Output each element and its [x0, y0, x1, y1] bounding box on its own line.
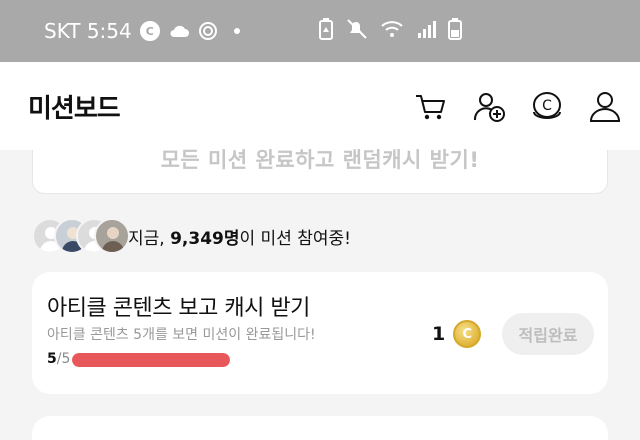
mission-description: 아티클 콘텐츠 5개를 보면 미션이 완료됩니다! [47, 327, 316, 343]
notification-dot [233, 28, 240, 34]
add-user-icon[interactable] [472, 90, 506, 124]
mission-board-content: 모든 미션 완료하고 랜덤캐시 받기! 지금, 9,349명이 미션 참여중! … [0, 148, 640, 440]
next-mission-card[interactable] [32, 416, 608, 440]
progress-bar [72, 353, 230, 367]
cash-icon[interactable]: C [530, 90, 564, 124]
participants-prefix: 지금, [128, 228, 171, 249]
battery-icon [448, 18, 462, 40]
progress-text: 5/5 [47, 351, 70, 367]
carrier-time: SKT 5:54 [44, 19, 132, 43]
signal-icon [418, 21, 436, 38]
reward: 1 C [432, 320, 482, 348]
banner-text: 모든 미션 완료하고 랜덤캐시 받기! [160, 148, 480, 172]
wifi-icon [381, 21, 403, 37]
avatar-stack [32, 218, 130, 254]
progress-done: 5 [47, 351, 57, 367]
settings-ring-icon [198, 22, 217, 40]
mute-icon [347, 19, 367, 39]
progress-fill [72, 353, 230, 367]
claim-complete-button[interactable]: 적립완료 [502, 313, 594, 355]
reward-amount: 1 [432, 323, 446, 345]
status-bar: SKT 5:54 C [0, 0, 640, 62]
coin-icon: C [453, 320, 482, 348]
participants-suffix: 이 미션 참여중! [239, 228, 351, 249]
c-circle-icon: C [139, 21, 160, 41]
progress-total: /5 [56, 351, 71, 367]
participants-text: 지금, 9,349명이 미션 참여중! [128, 224, 351, 249]
status-left: SKT 5:54 C [44, 19, 240, 43]
profile-icon[interactable] [588, 90, 622, 124]
svg-text:C: C [542, 98, 552, 114]
random-cash-banner[interactable]: 모든 미션 완료하고 랜덤캐시 받기! [32, 148, 608, 194]
header-actions: C [414, 90, 622, 124]
status-right [318, 18, 462, 40]
mission-card[interactable]: 아티클 콘텐츠 보고 캐시 받기 아티클 콘텐츠 5개를 보면 미션이 완료됩니… [32, 272, 608, 394]
recycle-battery-icon [319, 18, 333, 40]
mission-title: 아티클 콘텐츠 보고 캐시 받기 [47, 296, 310, 321]
avatar [94, 218, 130, 254]
app-header: 미션보드 C [0, 62, 640, 150]
cloud-icon [170, 25, 189, 37]
page-title: 미션보드 [28, 94, 121, 124]
cart-icon[interactable] [414, 90, 448, 124]
participants-count: 9,349명 [170, 228, 240, 249]
participants-row: 지금, 9,349명이 미션 참여중! [32, 216, 351, 256]
